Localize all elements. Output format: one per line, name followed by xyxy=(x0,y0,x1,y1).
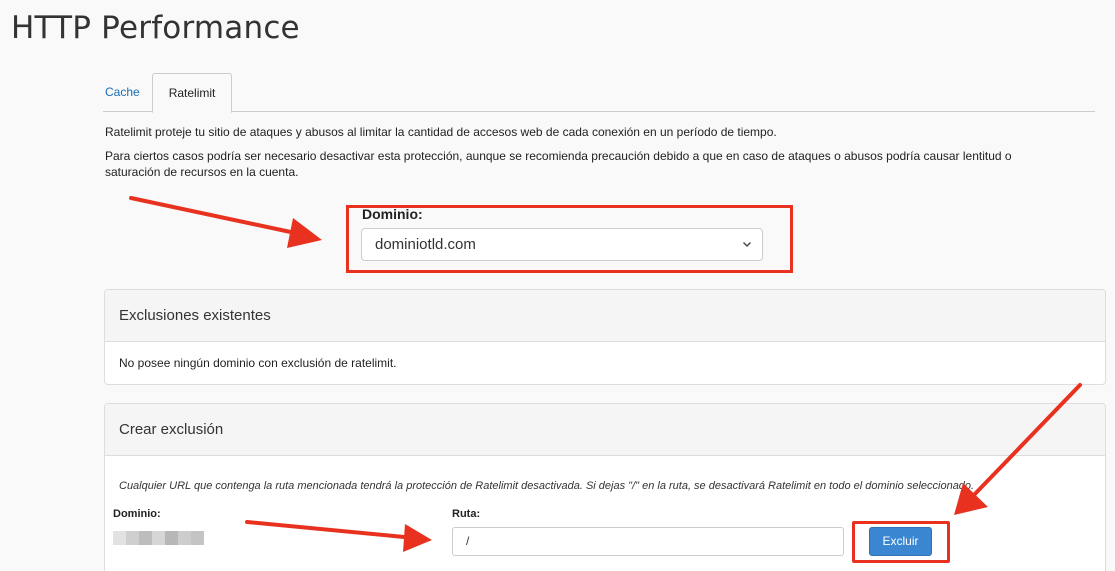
annotation-arrows xyxy=(129,196,1082,552)
arrow-to-excluir-button xyxy=(954,383,1082,515)
arrow-to-domain-select xyxy=(129,196,322,248)
arrow-to-path-input xyxy=(245,520,432,552)
